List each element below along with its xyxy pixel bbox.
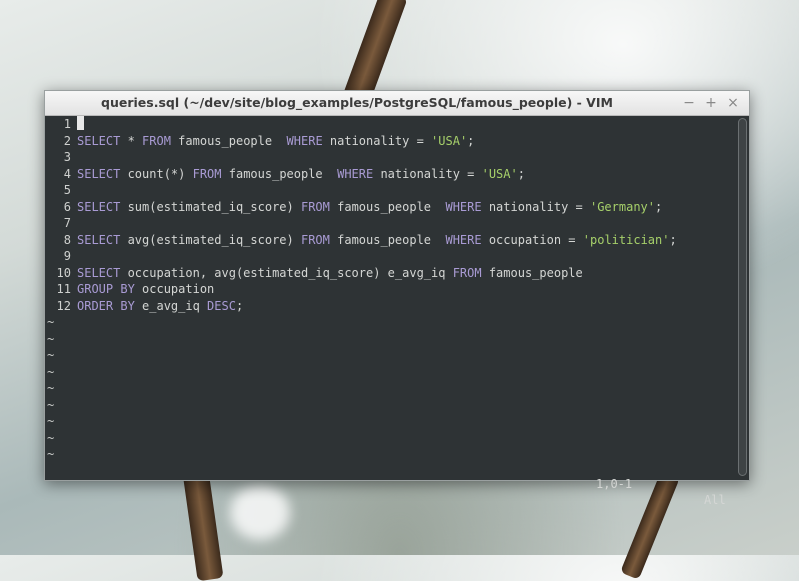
sql-keyword: SELECT: [77, 265, 121, 280]
line-number: 5: [63, 183, 71, 197]
sql-string: 'politician': [582, 232, 670, 247]
empty-line-marker: ~: [47, 315, 55, 329]
sql-text: famous_people: [329, 232, 446, 247]
code-line[interactable]: 6 SELECT sum(estimated_iq_score) FROM fam…: [45, 199, 735, 216]
sql-text: ;: [669, 232, 677, 247]
empty-line-marker: ~: [47, 414, 55, 428]
window-title: queries.sql (~/dev/site/blog_examples/Po…: [101, 95, 613, 110]
sql-string: 'Germany': [589, 199, 656, 214]
sql-text: nationality =: [322, 133, 432, 148]
sql-keyword: FROM: [452, 265, 482, 280]
sql-keyword: FROM: [300, 199, 330, 214]
wallpaper-snow: [230, 485, 290, 540]
cursor-position: 1,0-1: [596, 477, 633, 491]
text-cursor: [77, 116, 84, 130]
empty-line-marker: ~: [47, 430, 55, 445]
empty-line-marker: ~: [47, 331, 55, 346]
code-line[interactable]: 1: [45, 116, 735, 133]
sql-text: ;: [467, 133, 475, 148]
code-line[interactable]: 2 SELECT * FROM famous_people WHERE natio…: [45, 133, 735, 150]
sql-text: nationality =: [481, 199, 590, 214]
sql-keyword: WHERE: [286, 133, 323, 148]
code-line[interactable]: 11 GROUP BY occupation: [45, 281, 735, 298]
empty-line-marker: ~: [47, 348, 55, 362]
sql-keyword: SELECT: [77, 232, 121, 247]
sql-keyword: SELECT: [77, 166, 121, 181]
code-line[interactable]: 9: [45, 248, 735, 265]
code-lines[interactable]: 1 2 SELECT * FROM famous_people WHERE nati…: [45, 116, 735, 463]
sql-keyword: WHERE: [445, 199, 482, 214]
sql-text: nationality =: [373, 166, 482, 181]
sql-keyword: WHERE: [337, 166, 374, 181]
vertical-scrollbar[interactable]: [738, 118, 747, 476]
sql-text: count(*): [120, 166, 193, 181]
sql-text: *: [120, 133, 143, 148]
code-line[interactable]: 5: [45, 182, 735, 199]
sql-text: occupation =: [481, 232, 583, 247]
sql-text: sum(estimated_iq_score): [120, 199, 301, 214]
titlebar[interactable]: queries.sql (~/dev/site/blog_examples/Po…: [45, 91, 749, 116]
sql-keyword: FROM: [192, 166, 222, 181]
sql-text: famous_people: [170, 133, 287, 148]
line-number: 2: [63, 133, 71, 148]
sql-text: famous_people: [221, 166, 338, 181]
line-number: 10: [56, 265, 71, 280]
line-number: 8: [63, 232, 71, 247]
code-line[interactable]: 12 ORDER BY e_avg_iq DESC;: [45, 298, 735, 315]
code-line[interactable]: 3: [45, 149, 735, 166]
line-number: 11: [56, 282, 71, 296]
editor-area[interactable]: 1 2 SELECT * FROM famous_people WHERE nati…: [45, 116, 735, 507]
sql-string: 'USA': [431, 133, 468, 148]
minimize-button[interactable]: −: [679, 93, 699, 113]
empty-line-marker: ~: [47, 381, 55, 395]
code-line[interactable]: 8 SELECT avg(estimated_iq_score) FROM fam…: [45, 232, 735, 249]
scrollbar-thumb[interactable]: [738, 118, 747, 476]
vim-window: queries.sql (~/dev/site/blog_examples/Po…: [44, 90, 750, 507]
maximize-button[interactable]: +: [701, 93, 721, 113]
sql-text: e_avg_iq: [134, 298, 208, 313]
sql-keyword: FROM: [300, 232, 330, 247]
wallpaper-stem-left-lower: [182, 468, 224, 581]
line-number: 3: [63, 150, 71, 164]
empty-line-marker: ~: [47, 397, 55, 412]
sql-keyword: SELECT: [77, 199, 121, 214]
sql-text: ;: [655, 199, 663, 214]
sql-keyword: GROUP BY: [77, 282, 135, 296]
scroll-position: All: [704, 493, 726, 507]
line-number: 6: [63, 199, 71, 214]
line-number: 4: [63, 166, 71, 181]
status-line: 1,0-1 All: [45, 460, 735, 507]
sql-string: 'USA': [481, 166, 518, 181]
line-number: 12: [56, 298, 71, 313]
sql-keyword: WHERE: [445, 232, 482, 247]
sql-text: famous_people: [481, 265, 583, 280]
sql-keyword: DESC: [207, 298, 236, 313]
line-number: 1: [63, 117, 71, 131]
code-line[interactable]: 4 SELECT count(*) FROM famous_people WHER…: [45, 166, 735, 183]
sql-keyword: ORDER BY: [77, 298, 135, 313]
sql-text: ;: [517, 166, 525, 181]
sql-text: famous_people: [329, 199, 446, 214]
sql-keyword: SELECT: [77, 133, 121, 148]
sql-keyword: FROM: [142, 133, 171, 148]
sql-text: avg(estimated_iq_score): [120, 232, 301, 247]
line-number: 7: [63, 216, 71, 230]
sql-text: occupation, avg(estimated_iq_score) e_av…: [120, 265, 453, 280]
sql-text: occupation: [134, 282, 215, 296]
sql-text: ;: [235, 298, 244, 313]
close-button[interactable]: ×: [723, 93, 743, 113]
code-line[interactable]: 7: [45, 215, 735, 232]
code-line[interactable]: 10 SELECT occupation, avg(estimated_iq_sc…: [45, 265, 735, 282]
line-number: 9: [63, 249, 71, 263]
empty-line-marker: ~: [47, 364, 55, 379]
